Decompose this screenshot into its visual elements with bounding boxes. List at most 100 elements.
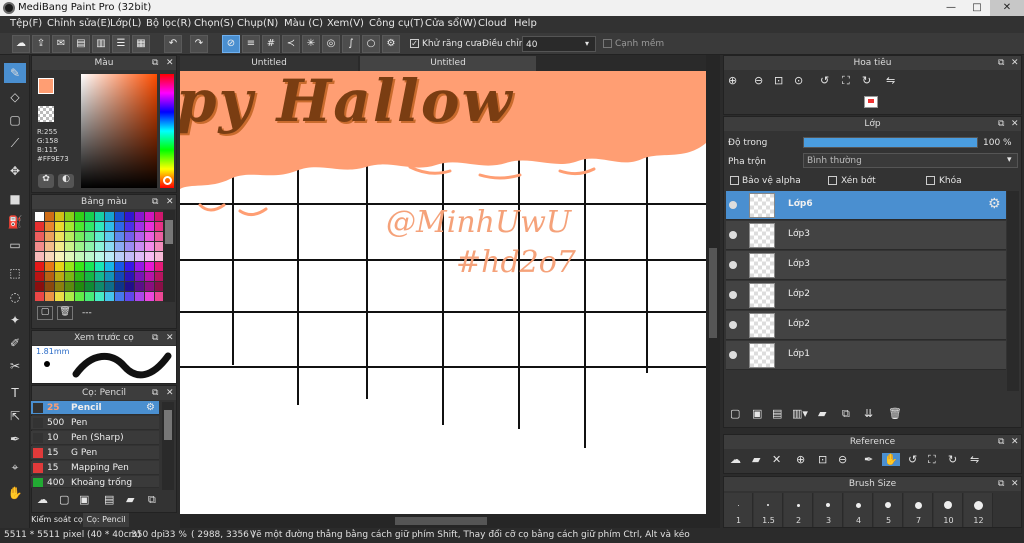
undo-icon[interactable]: ↶ <box>164 35 182 53</box>
vanish-snap-icon[interactable]: ≺ <box>282 35 300 53</box>
tab-untitled-2[interactable]: Untitled <box>360 56 536 71</box>
gear-icon[interactable]: ⚙ <box>988 196 1001 212</box>
add-brush-icon[interactable]: ▣ <box>79 493 89 506</box>
palette-swatch[interactable] <box>145 272 154 281</box>
palette-swatch[interactable] <box>105 282 114 291</box>
color-wheel-icon[interactable]: ✿ <box>38 174 54 188</box>
popout-icon[interactable]: ⧉ <box>998 56 1004 70</box>
palette-swatch[interactable] <box>95 292 104 301</box>
canvas-horizontal-scrollbar[interactable] <box>180 514 706 528</box>
palette-swatch[interactable] <box>135 242 144 251</box>
dropper-tool-icon[interactable]: ✒ <box>4 429 26 449</box>
popout-icon[interactable]: ⧉ <box>152 195 158 209</box>
palette-swatch[interactable] <box>125 262 134 271</box>
brush-row[interactable]: 15 Mapping Pen <box>31 461 159 475</box>
list-icon[interactable]: ☰ <box>112 35 130 53</box>
select-eraser-tool-icon[interactable]: ✂ <box>4 356 26 376</box>
palette-swatch[interactable] <box>65 272 74 281</box>
palette-swatch[interactable] <box>145 222 154 231</box>
popout-icon[interactable]: ⧉ <box>998 117 1004 131</box>
palette-swatch[interactable] <box>75 282 84 291</box>
hue-slider[interactable] <box>160 74 174 188</box>
palette-swatch[interactable] <box>85 212 94 221</box>
primary-color-swatch[interactable] <box>38 78 54 94</box>
visibility-icon[interactable] <box>729 201 737 209</box>
antialias-checkbox[interactable]: ✓ <box>410 39 419 48</box>
folder-icon[interactable]: ▰ <box>818 407 826 420</box>
layer-row[interactable]: Lớp1 <box>726 341 1006 370</box>
palette-swatch[interactable] <box>35 242 44 251</box>
palette-swatch[interactable] <box>65 222 74 231</box>
popout-icon[interactable]: ⧉ <box>152 386 158 400</box>
close-icon[interactable]: ✕ <box>1011 477 1019 491</box>
brush-row[interactable]: 400 Khoảng trống [Edge <box>31 476 159 488</box>
palette-swatch[interactable] <box>35 272 44 281</box>
new-halftone-layer-icon[interactable]: ▣ <box>752 407 762 420</box>
lock-checkbox[interactable] <box>926 176 935 185</box>
protect-alpha-checkbox[interactable] <box>730 176 739 185</box>
brush-size-option[interactable]: 1 <box>724 493 753 527</box>
palette-swatch[interactable] <box>145 232 154 241</box>
layer-row[interactable]: Lớp3 <box>726 251 1006 280</box>
palette-swatch[interactable] <box>115 212 124 221</box>
palette-swatch[interactable] <box>95 222 104 231</box>
tab-brush[interactable]: Cọ: Pencil <box>83 513 129 527</box>
palette-swatch[interactable] <box>115 222 124 231</box>
brush-size-option[interactable]: 7 <box>904 493 933 527</box>
transparent-swatch[interactable] <box>38 106 54 122</box>
reference-folder-icon[interactable]: ▰ <box>752 453 760 466</box>
palette-swatch[interactable] <box>115 252 124 261</box>
brush-cloud-icon[interactable]: ☁ <box>37 493 48 506</box>
palette-swatch[interactable] <box>85 282 94 291</box>
palette-swatch[interactable] <box>85 262 94 271</box>
palette-swatch[interactable] <box>65 282 74 291</box>
palette-swatch[interactable] <box>45 252 54 261</box>
close-icon[interactable]: ✕ <box>166 195 174 209</box>
circle-snap-icon[interactable]: ○ <box>362 35 380 53</box>
palette-swatch[interactable] <box>145 262 154 271</box>
menu-filter[interactable]: Bộ lọc(R) <box>146 18 191 29</box>
palette-swatch[interactable] <box>135 212 144 221</box>
new-layer-icon[interactable]: ▢ <box>730 407 740 420</box>
palette-swatch[interactable] <box>55 252 64 261</box>
brush-size-option[interactable]: 12 <box>964 493 993 527</box>
palette-swatch[interactable] <box>55 212 64 221</box>
opacity-slider[interactable] <box>803 137 978 148</box>
brush-tool-icon[interactable]: ✎ <box>4 63 26 83</box>
reference-hand-icon[interactable]: ✋ <box>882 453 900 466</box>
doc-icon[interactable]: ▥ <box>92 35 110 53</box>
palette-swatch[interactable] <box>125 282 134 291</box>
cross-snap-icon[interactable]: # <box>262 35 280 53</box>
palette-swatch[interactable] <box>35 292 44 301</box>
visibility-icon[interactable] <box>729 291 737 299</box>
palette-scrollbar[interactable] <box>163 210 175 302</box>
close-icon[interactable]: ✕ <box>166 56 174 70</box>
parallel-snap-icon[interactable]: ≡ <box>242 35 260 53</box>
maximize-button[interactable]: □ <box>964 0 990 16</box>
palette-swatch[interactable] <box>135 282 144 291</box>
palette-swatch[interactable] <box>125 212 134 221</box>
brush-size-option[interactable]: 1.5 <box>754 493 783 527</box>
palette-swatch[interactable] <box>65 212 74 221</box>
palette-swatch[interactable] <box>105 292 114 301</box>
palette-swatch[interactable] <box>45 262 54 271</box>
palette-swatch[interactable] <box>115 292 124 301</box>
menu-snap[interactable]: Chụp(N) <box>237 18 278 29</box>
new-brush-icon[interactable]: ▢ <box>59 493 69 506</box>
operation-tool-icon[interactable]: ⇱ <box>4 406 26 426</box>
layer-scrollbar[interactable] <box>1007 191 1019 391</box>
palette-swatch[interactable] <box>135 222 144 231</box>
palette-swatch[interactable] <box>105 272 114 281</box>
palette-swatch[interactable] <box>145 292 154 301</box>
page-icon[interactable]: ▤ <box>72 35 90 53</box>
brush-folder-icon[interactable]: ▰ <box>126 493 134 506</box>
delete-swatch-icon[interactable]: 🗑 <box>57 306 73 320</box>
soft-edge-checkbox[interactable] <box>603 39 612 48</box>
reference-dropper-icon[interactable]: ✒ <box>864 453 873 466</box>
blend-select[interactable]: Bình thường ▾ <box>803 153 1018 168</box>
reference-zoom-in-icon[interactable]: ⊕ <box>796 453 805 466</box>
palette-swatch[interactable] <box>75 252 84 261</box>
palette-swatch[interactable] <box>75 232 84 241</box>
palette-swatch[interactable] <box>45 242 54 251</box>
palette-swatch[interactable] <box>75 292 84 301</box>
